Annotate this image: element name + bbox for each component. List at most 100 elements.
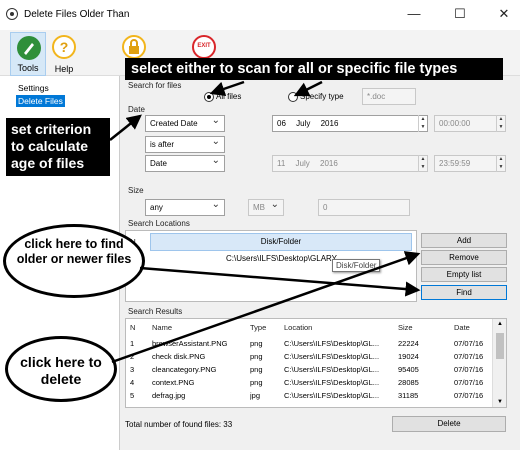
search-results-table[interactable]: N Name Type Location Size Date 1 browser… [125, 318, 507, 408]
end-year: 2016 [320, 159, 338, 168]
disk-folder-tooltip: Disk/Folder [332, 259, 381, 272]
table-row[interactable]: 2 check disk.PNG png C:\Users\ILFS\Deskt… [126, 352, 492, 365]
results-col-location[interactable]: Location [284, 323, 312, 332]
cell-n: 5 [130, 391, 135, 400]
search-locations-list[interactable]: N Disk/Folder C:\Users\ILFS\Desktop\GLAR… [125, 230, 417, 302]
date-label: Date [128, 105, 145, 114]
cell-location: C:\Users\ILFS\Desktop\GL... [284, 339, 380, 348]
results-scrollbar[interactable]: ▲ ▼ [492, 319, 506, 407]
cell-name: cleancategory.PNG [152, 365, 217, 374]
date-criterion-select[interactable]: Created Date [145, 115, 225, 132]
scroll-down-icon[interactable]: ▼ [493, 399, 506, 405]
cell-date: 07/07/16 [454, 352, 484, 361]
find-button[interactable]: Find [421, 285, 507, 300]
cell-n: 4 [130, 378, 135, 387]
specify-type-radio[interactable] [288, 92, 298, 102]
callout-find-files: click here to find older or newer files [3, 224, 145, 298]
window-title: Delete Files Older Than [24, 9, 130, 20]
start-month: July [296, 119, 311, 128]
cell-name: defrag.jpg [152, 391, 186, 400]
close-button[interactable]: ✕ [490, 4, 518, 24]
cell-name: context.PNG [152, 378, 195, 387]
cell-location: C:\Users\ILFS\Desktop\GL... [284, 378, 380, 387]
svg-text:?: ? [60, 39, 69, 55]
cell-location: C:\Users\ILFS\Desktop\GL... [284, 365, 380, 374]
total-found-label: Total number of found files: 33 [125, 420, 233, 429]
nav-item-delete-files[interactable]: Delete Files [16, 95, 65, 107]
size-unit-select[interactable]: MB [248, 199, 284, 216]
table-row[interactable]: 4 context.PNG png C:\Users\ILFS\Desktop\… [126, 378, 492, 391]
scroll-up-icon[interactable]: ▲ [493, 321, 506, 327]
start-day: 06 [277, 119, 286, 128]
all-files-radio[interactable] [204, 92, 214, 102]
cell-n: 2 [130, 352, 135, 361]
end-time: 23:59:59 [439, 159, 471, 168]
location-row-path[interactable]: C:\Users\ILFS\Desktop\GLARY [226, 254, 337, 263]
start-date-picker[interactable]: 06 July 2016 ▲ ▼ [272, 115, 428, 132]
nav-item-settings[interactable]: Settings [16, 82, 65, 94]
remove-location-button[interactable]: Remove [421, 250, 507, 265]
results-col-type[interactable]: Type [250, 323, 266, 332]
end-time-spinner[interactable]: ▲ ▼ [496, 155, 505, 172]
cell-date: 07/07/16 [454, 378, 484, 387]
end-date-spinner[interactable]: ▲ ▼ [418, 155, 427, 172]
cell-type: png [250, 352, 263, 361]
end-date-picker[interactable]: 11 July 2016 ▲ ▼ [272, 155, 428, 172]
delete-button[interactable]: Delete [392, 416, 506, 432]
empty-list-button[interactable]: Empty list [421, 267, 507, 282]
end-month: July [295, 159, 310, 168]
lock-icon [122, 35, 146, 59]
exit-label: EXIT [197, 43, 211, 49]
cell-size: 28085 [398, 378, 419, 387]
size-operator-select[interactable]: any [145, 199, 225, 216]
callout-scan-types: select either to scan for all or specifi… [125, 58, 503, 80]
results-col-size[interactable]: Size [398, 323, 413, 332]
help-button[interactable]: ? Help [46, 32, 82, 76]
start-time-spinner[interactable]: ▲ ▼ [496, 115, 505, 132]
date-operator-select[interactable]: is after [145, 136, 225, 153]
cell-type: png [250, 339, 263, 348]
maximize-button[interactable]: ☐ [446, 4, 474, 24]
minimize-button[interactable]: — [400, 4, 428, 24]
cell-type: jpg [250, 391, 261, 400]
search-locations-label: Search Locations [128, 219, 190, 228]
cell-name: check disk.PNG [152, 352, 206, 361]
end-day: 11 [277, 159, 286, 168]
search-for-label: Search for files [128, 81, 182, 90]
cell-date: 07/07/16 [454, 339, 484, 348]
add-location-button[interactable]: Add [421, 233, 507, 248]
start-date-spinner[interactable]: ▲ ▼ [418, 115, 427, 132]
cell-size: 95405 [398, 365, 419, 374]
table-row[interactable]: 5 defrag.jpg jpg C:\Users\ILFS\Desktop\G… [126, 391, 492, 404]
start-time-picker[interactable]: 00:00:00 ▲ ▼ [434, 115, 506, 132]
cell-location: C:\Users\ILFS\Desktop\GL... [284, 391, 380, 400]
size-value-input[interactable]: 0 [318, 199, 410, 216]
cell-size: 31185 [398, 391, 419, 400]
cell-location: C:\Users\ILFS\Desktop\GL... [284, 352, 380, 361]
results-col-n[interactable]: N [130, 323, 135, 332]
cell-date: 07/07/16 [454, 365, 484, 374]
table-row[interactable]: 1 browserAssistant.PNG png C:\Users\ILFS… [126, 339, 492, 352]
file-type-input[interactable]: *.doc [362, 88, 416, 105]
date-mode-select[interactable]: Date [145, 155, 225, 172]
cell-n: 1 [130, 339, 135, 348]
results-col-name[interactable]: Name [152, 323, 172, 332]
end-time-picker[interactable]: 23:59:59 ▲ ▼ [434, 155, 506, 172]
search-results-label: Search Results [128, 307, 183, 316]
all-files-label: All files [216, 92, 242, 101]
pencil-icon [17, 36, 41, 60]
cell-size: 22224 [398, 339, 419, 348]
cell-type: png [250, 365, 263, 374]
specify-type-label: Specify type [300, 92, 344, 101]
results-col-date[interactable]: Date [454, 323, 470, 332]
tools-label: Tools [17, 63, 39, 73]
table-row[interactable]: 3 cleancategory.PNG png C:\Users\ILFS\De… [126, 365, 492, 378]
tools-button[interactable]: Tools [10, 32, 46, 76]
cell-size: 19024 [398, 352, 419, 361]
scroll-thumb[interactable] [496, 333, 504, 359]
callout-delete: click here to delete [5, 336, 117, 402]
locations-col-disk-folder[interactable]: Disk/Folder [150, 233, 412, 251]
help-icon: ? [52, 35, 76, 59]
cell-n: 3 [130, 365, 135, 374]
cell-name: browserAssistant.PNG [152, 339, 228, 348]
